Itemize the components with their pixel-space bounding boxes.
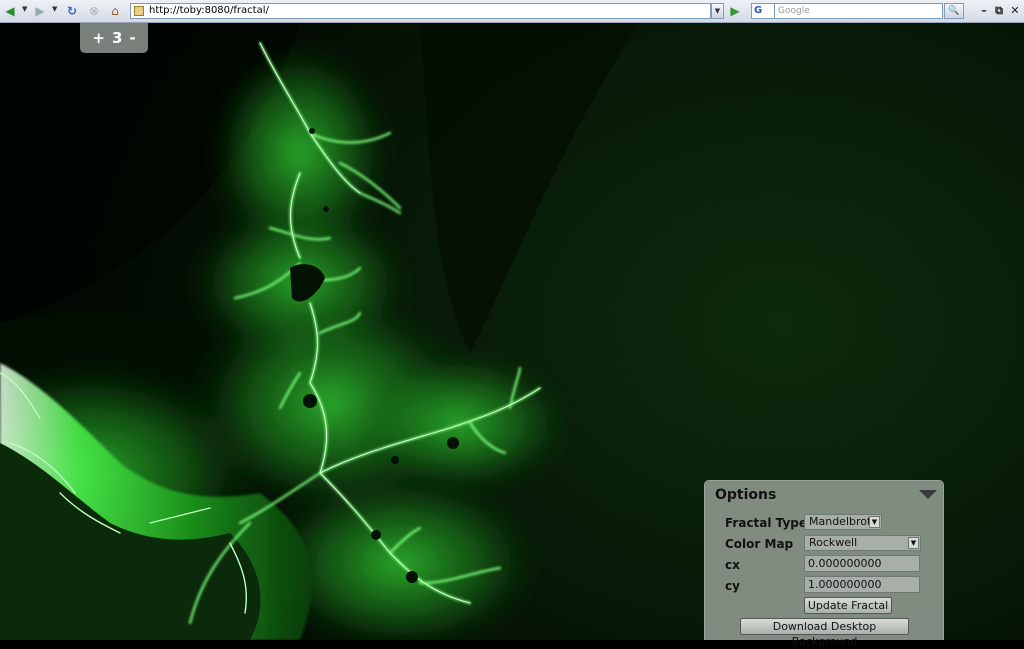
home-icon[interactable]: ⌂ xyxy=(107,3,123,19)
zoom-in-button[interactable]: + xyxy=(92,29,105,47)
color-map-value: Rockwell xyxy=(809,536,858,549)
color-map-label: Color Map xyxy=(725,537,794,551)
chevron-down-icon: ▼ xyxy=(908,537,919,549)
update-fractal-button[interactable]: Update Fractal xyxy=(804,597,892,614)
page-favicon xyxy=(134,6,144,16)
address-url: http://toby:8080/fractal/ xyxy=(149,5,269,16)
search-engine-selector[interactable]: G xyxy=(751,3,775,19)
fractal-type-select[interactable]: Mandelbrot ▼ xyxy=(804,514,882,530)
back-arrow-icon[interactable]: ◀ xyxy=(2,3,18,19)
download-background-button[interactable]: Download Desktop Background xyxy=(740,618,909,648)
forward-dropdown-icon[interactable]: ▼ xyxy=(52,5,57,13)
back-dropdown-icon[interactable]: ▼ xyxy=(22,5,27,13)
fractal-type-value: Mandelbrot xyxy=(809,515,872,528)
search-input[interactable] xyxy=(775,3,943,19)
options-title: Options xyxy=(715,487,777,503)
restore-icon[interactable]: ⧉ xyxy=(993,4,1005,18)
go-arrow-icon[interactable]: ▶ xyxy=(727,3,743,19)
collapse-triangle-icon[interactable] xyxy=(919,490,937,499)
stop-icon[interactable]: ⊗ xyxy=(86,3,102,19)
address-dropdown-button[interactable]: ▼ xyxy=(711,3,724,19)
cy-label: cy xyxy=(725,579,740,593)
search-engine-label: G xyxy=(754,5,763,16)
zoom-control: + 3 - xyxy=(80,23,148,53)
close-icon[interactable]: ✕ xyxy=(1009,4,1021,18)
zoom-out-button[interactable]: - xyxy=(129,29,135,47)
forward-arrow-icon[interactable]: ▶ xyxy=(32,3,48,19)
options-panel: Options Fractal Type Mandelbrot ▼ Color … xyxy=(704,480,944,648)
cx-input[interactable] xyxy=(804,555,920,572)
chevron-down-icon: ▼ xyxy=(869,516,880,528)
magnifier-icon[interactable]: 🔍 xyxy=(944,3,964,19)
minimize-icon[interactable]: – xyxy=(978,4,990,18)
fractal-type-label: Fractal Type xyxy=(725,516,807,530)
color-map-select[interactable]: Rockwell ▼ xyxy=(804,535,921,551)
cy-input[interactable] xyxy=(804,576,920,593)
address-bar[interactable]: http://toby:8080/fractal/ xyxy=(130,3,711,19)
zoom-level: 3 xyxy=(111,29,123,47)
cx-label: cx xyxy=(725,558,740,572)
browser-toolbar: ◀ ▼ ▶ ▼ ↻ ⊗ ⌂ http://toby:8080/fractal/ … xyxy=(0,0,1024,23)
refresh-icon[interactable]: ↻ xyxy=(64,3,80,19)
